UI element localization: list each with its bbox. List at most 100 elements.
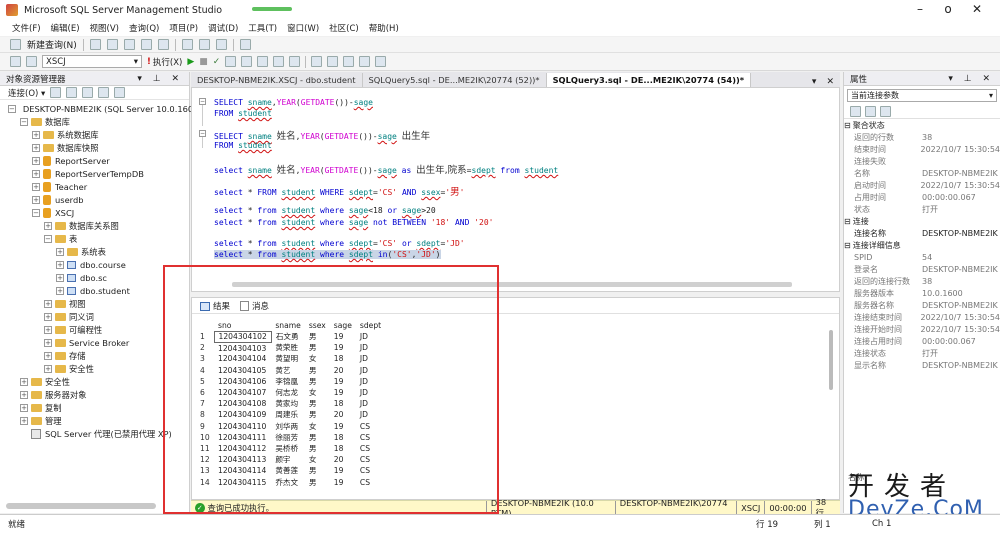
grid-cell[interactable]: 20 — [330, 409, 356, 420]
grid-cell[interactable]: 乔杰文 — [271, 476, 305, 487]
expand-icon[interactable]: + — [32, 143, 40, 152]
activity-monitor-icon[interactable] — [239, 39, 251, 50]
table-row[interactable]: 1 1204304102 石文勇男 19 JD — [196, 330, 385, 343]
property-pages-icon[interactable] — [880, 106, 891, 117]
property-row[interactable]: 状态 打开 — [844, 203, 1000, 215]
grid-column-header[interactable]: sno — [214, 320, 271, 331]
grid-cell[interactable]: 18 — [330, 443, 356, 454]
expand-icon[interactable]: + — [44, 364, 52, 373]
database-select[interactable]: XSCJ ▾ — [42, 55, 142, 68]
expand-icon[interactable]: + — [44, 325, 52, 334]
execute-button[interactable]: ! 执行(X) — [147, 56, 182, 68]
grid-cell[interactable]: JD — [356, 365, 385, 376]
property-row[interactable]: 连接名称 DESKTOP-NBME2IK — [844, 227, 1000, 239]
categorized-icon[interactable] — [850, 106, 861, 117]
grid-cell[interactable]: JD — [356, 398, 385, 409]
collapse-icon[interactable]: − — [32, 208, 40, 217]
tree-node[interactable]: + 视图 — [0, 297, 189, 310]
grid-cell[interactable]: CS — [356, 476, 385, 487]
results-to-text-icon[interactable] — [257, 56, 269, 67]
table-row[interactable]: 10 1204304111 徐丽芳男 18 CS — [196, 432, 385, 443]
menu-item[interactable]: 调试(D) — [208, 22, 238, 34]
collapse-icon[interactable]: ⊟ — [844, 241, 851, 250]
grid-cell[interactable]: 1204304102 — [213, 330, 272, 343]
expand-icon[interactable]: + — [56, 247, 64, 256]
grid-cell[interactable]: 男 — [305, 432, 330, 443]
tree-node[interactable]: − DESKTOP-NBME2IK (SQL Server 10.0.160 — [0, 102, 193, 115]
horizontal-scrollbar[interactable] — [6, 503, 156, 509]
close-button[interactable]: ✕ — [962, 2, 992, 16]
tree-node[interactable]: SQL Server 代理(已禁用代理 XP) — [0, 427, 189, 440]
expand-icon[interactable]: + — [32, 169, 40, 178]
alphabetical-icon[interactable] — [865, 106, 876, 117]
grid-cell[interactable]: 男 — [305, 443, 330, 454]
grid-cell[interactable]: 男 — [305, 465, 330, 476]
collapse-icon[interactable]: − — [8, 104, 16, 113]
grid-column-header[interactable]: sname — [271, 320, 305, 331]
property-row[interactable]: SPID 54 — [844, 251, 1000, 263]
grid-cell[interactable]: 石文勇 — [271, 331, 305, 342]
grid-cell[interactable]: 黄荣胜 — [271, 342, 305, 353]
grid-cell[interactable]: 男 — [305, 342, 330, 353]
grid-cell[interactable]: 1204304110 — [214, 421, 271, 432]
grid-cell[interactable]: 19 — [330, 342, 356, 353]
collapse-icon[interactable]: ⊟ — [844, 217, 851, 226]
tree-node[interactable]: + 数据库关系图 — [0, 219, 189, 232]
table-row[interactable]: 11 1204304112 吴桥桥男 18 CS — [196, 443, 385, 454]
grid-cell[interactable]: CS — [356, 443, 385, 454]
tree-node[interactable]: + dbo.course — [0, 258, 189, 271]
expand-icon[interactable]: + — [44, 299, 52, 308]
menu-item[interactable]: 文件(F) — [12, 22, 41, 34]
grid-cell[interactable]: 20 — [330, 454, 356, 465]
tree-node[interactable]: + 可编程性 — [0, 323, 189, 336]
table-row[interactable]: 8 1204304109 周建乐男 20 JD — [196, 409, 385, 420]
grid-cell[interactable]: 黄望明 — [271, 353, 305, 364]
refresh-icon[interactable] — [114, 87, 126, 98]
fold-toggle-icon[interactable]: − — [199, 98, 206, 105]
grid-cell[interactable]: 女 — [305, 353, 330, 364]
disconnect-icon[interactable] — [66, 87, 78, 98]
tree-node[interactable]: + dbo.sc — [0, 271, 189, 284]
tree-node[interactable]: + 服务器对象 — [0, 388, 189, 401]
tree-node[interactable]: + 存储 — [0, 349, 189, 362]
open-file-icon[interactable] — [181, 39, 193, 50]
property-row[interactable]: 连接状态 打开 — [844, 347, 1000, 359]
grid-cell[interactable]: 1204304107 — [214, 387, 271, 398]
grid-cell[interactable]: JD — [356, 409, 385, 420]
grid-cell[interactable]: JD — [356, 342, 385, 353]
grid-cell[interactable]: CS — [356, 465, 385, 476]
grid-cell[interactable]: 男 — [305, 365, 330, 376]
comment-icon[interactable] — [311, 56, 323, 67]
results-vertical-scrollbar[interactable] — [829, 330, 833, 390]
maximize-button[interactable]: o — [933, 2, 963, 16]
tree-node[interactable]: + 系统表 — [0, 245, 189, 258]
menu-item[interactable]: 项目(P) — [169, 22, 198, 34]
tree-node[interactable]: − XSCJ — [0, 206, 189, 219]
grid-cell[interactable]: 女 — [305, 454, 330, 465]
connect-dropdown[interactable]: 连接(O) ▾ — [8, 87, 45, 99]
tree-node[interactable]: + userdb — [0, 193, 189, 206]
tree-node[interactable]: + ReportServer — [0, 154, 189, 167]
increase-indent-icon[interactable] — [359, 56, 371, 67]
grid-cell[interactable]: 19 — [330, 331, 356, 342]
table-row[interactable]: 4 1204304105 黄艺男 20 JD — [196, 365, 385, 376]
grid-cell[interactable]: 1204304112 — [214, 443, 271, 454]
connect-icon[interactable] — [10, 56, 21, 67]
panel-pin-close-icon[interactable]: ▾ ⊥ ✕ — [137, 74, 183, 84]
document-tab[interactable]: SQLQuery3.sql - DE...ME2IK\20774 (54))* — [546, 73, 752, 87]
grid-cell[interactable]: 黄家均 — [271, 398, 305, 409]
tree-node[interactable]: + 同义词 — [0, 310, 189, 323]
grid-cell[interactable]: CS — [356, 432, 385, 443]
debug-play-icon[interactable]: ▶ — [187, 57, 194, 67]
new-query-button[interactable]: 新建查询(N) — [27, 38, 77, 51]
grid-cell[interactable]: 黄艺 — [271, 365, 305, 376]
property-row[interactable]: 服务器版本 10.0.1600 — [844, 287, 1000, 299]
expand-icon[interactable]: + — [32, 182, 40, 191]
grid-cell[interactable]: 19 — [330, 376, 356, 387]
menu-item[interactable]: 社区(C) — [329, 22, 359, 34]
document-tab[interactable]: DESKTOP-NBME2IK.XSCJ - dbo.student — [191, 73, 363, 87]
grid-cell[interactable]: JD — [356, 387, 385, 398]
grid-cell[interactable]: 女 — [305, 387, 330, 398]
specify-values-icon[interactable] — [375, 56, 387, 67]
filter-icon[interactable] — [98, 87, 110, 98]
